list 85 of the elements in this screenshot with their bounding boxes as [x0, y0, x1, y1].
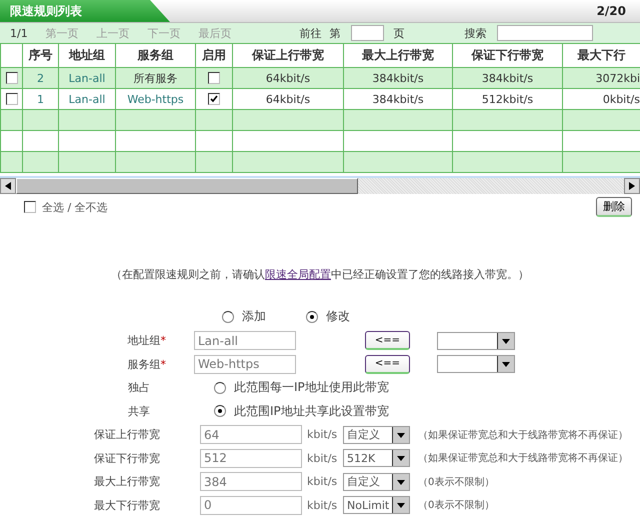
radio-label[interactable]: 修改	[326, 308, 350, 325]
add-button[interactable]: <==	[365, 331, 410, 350]
radio-button[interactable]	[222, 310, 234, 322]
global-config-link[interactable]: 限速全局配置	[265, 268, 331, 281]
page-input[interactable]	[350, 25, 384, 41]
radio-label[interactable]: 添加	[242, 308, 266, 325]
hint-text: （如果保证带宽总和大于线路带宽将不再保证）	[418, 428, 628, 442]
column-header: 保证上行带宽	[232, 44, 344, 68]
checkbox[interactable]	[6, 93, 18, 106]
table-cell: 384kbit/s	[482, 72, 534, 84]
column-header: 最大上行带宽	[344, 44, 452, 68]
hint-text: （0表示不限制）	[418, 498, 494, 512]
unit-label: kbit/s	[307, 498, 338, 512]
input-field[interactable]: Web-https	[194, 354, 296, 374]
dropdown-caret-icon[interactable]	[392, 426, 409, 443]
table-cell: 所有服务	[134, 72, 178, 84]
goto-prefix: 第	[330, 26, 341, 40]
input-field[interactable]: 64	[200, 425, 302, 444]
field-label: 地址组*	[126, 333, 167, 348]
field-label: 最大下行带宽	[93, 498, 161, 513]
dropdown-caret-icon[interactable]	[392, 450, 409, 466]
column-header: 保证下行带宽	[452, 44, 562, 68]
scroll-left-icon[interactable]	[0, 178, 16, 194]
page-indicator: 1/1	[10, 26, 28, 40]
column-header: 启用	[196, 44, 232, 68]
input-field[interactable]: 0	[200, 496, 302, 515]
field-label: 独占	[127, 380, 151, 396]
select-all-label[interactable]: 全选 / 全不选	[42, 200, 108, 214]
table-cell: 3072kbi	[596, 72, 640, 84]
field-label: 保证上行带宽	[93, 427, 161, 442]
hint-text: （0表示不限制）	[418, 476, 494, 489]
search-label: 搜索	[464, 26, 487, 40]
table-cell: 64kbit/s	[266, 72, 310, 84]
panel-title: 限速规则列表	[0, 0, 170, 22]
scroll-right-icon[interactable]	[624, 178, 640, 194]
checkbox[interactable]	[24, 201, 36, 213]
dropdown-caret-icon[interactable]	[497, 356, 514, 372]
delete-button[interactable]: 删除	[596, 197, 632, 217]
column-header: 最大下行	[562, 44, 640, 68]
radio-button[interactable]	[214, 405, 226, 418]
table-cell: 64kbit/s	[266, 92, 310, 106]
dropdown[interactable]: 512K	[343, 449, 410, 468]
field-label: 服务组*	[126, 356, 167, 372]
table-cell: 384kbit/s	[372, 72, 424, 84]
dropdown-caret-icon[interactable]	[392, 474, 409, 490]
dropdown[interactable]: 自定义	[343, 426, 410, 444]
config-note: （在配置限速规则之前，请确认限速全局配置中已经正确设置了您的线路接入带宽。）	[110, 267, 530, 282]
unit-label: kbit/s	[307, 452, 338, 465]
table-cell: 512kbit/s	[482, 92, 534, 106]
table-cell: 2	[37, 72, 44, 84]
scrollbar-thumb[interactable]	[16, 178, 358, 194]
column-header: 地址组	[58, 44, 116, 68]
add-button[interactable]: <==	[365, 354, 410, 374]
input-field[interactable]: Lan-all	[194, 331, 296, 350]
search-field[interactable]	[496, 25, 593, 41]
field-label: 共享	[127, 404, 151, 419]
checkbox[interactable]	[208, 72, 220, 84]
dropdown[interactable]: NoLimit	[343, 496, 410, 514]
unit-label: kbit/s	[307, 475, 338, 488]
unit-label: kbit/s	[307, 428, 338, 442]
table-cell: 0kbit/s	[602, 92, 640, 106]
input-field[interactable]: 384	[200, 472, 302, 492]
input-field[interactable]: 512	[200, 448, 302, 468]
table-cell: 384kbit/s	[372, 92, 424, 106]
dropdown[interactable]	[437, 332, 515, 350]
dropdown-caret-icon[interactable]	[392, 497, 409, 514]
radio-label[interactable]: 此范围每一IP地址使用此带宽	[234, 379, 389, 396]
goto-suffix: 页	[394, 26, 405, 40]
radio-button[interactable]	[214, 382, 226, 394]
checkbox[interactable]	[208, 93, 220, 106]
checkbox[interactable]	[6, 72, 18, 84]
field-label: 最大上行带宽	[93, 474, 161, 490]
horizontal-scrollbar[interactable]	[0, 176, 640, 194]
dropdown[interactable]: 自定义	[343, 472, 410, 491]
field-label: 保证下行带宽	[93, 450, 161, 466]
dropdown[interactable]	[437, 355, 515, 374]
radio-label[interactable]: 此范围IP地址共享此设置带宽	[234, 402, 389, 420]
radio-button[interactable]	[306, 310, 318, 322]
column-header: 序号	[22, 44, 58, 68]
rule-count: 2/20	[596, 4, 627, 18]
column-header: 服务组	[116, 44, 196, 68]
dropdown-caret-icon[interactable]	[497, 332, 514, 349]
table-cell: 1	[37, 92, 44, 106]
goto-label: 前往	[300, 26, 322, 40]
hint-text: （如果保证带宽总和大于线路带宽将不再保证）	[418, 452, 628, 466]
